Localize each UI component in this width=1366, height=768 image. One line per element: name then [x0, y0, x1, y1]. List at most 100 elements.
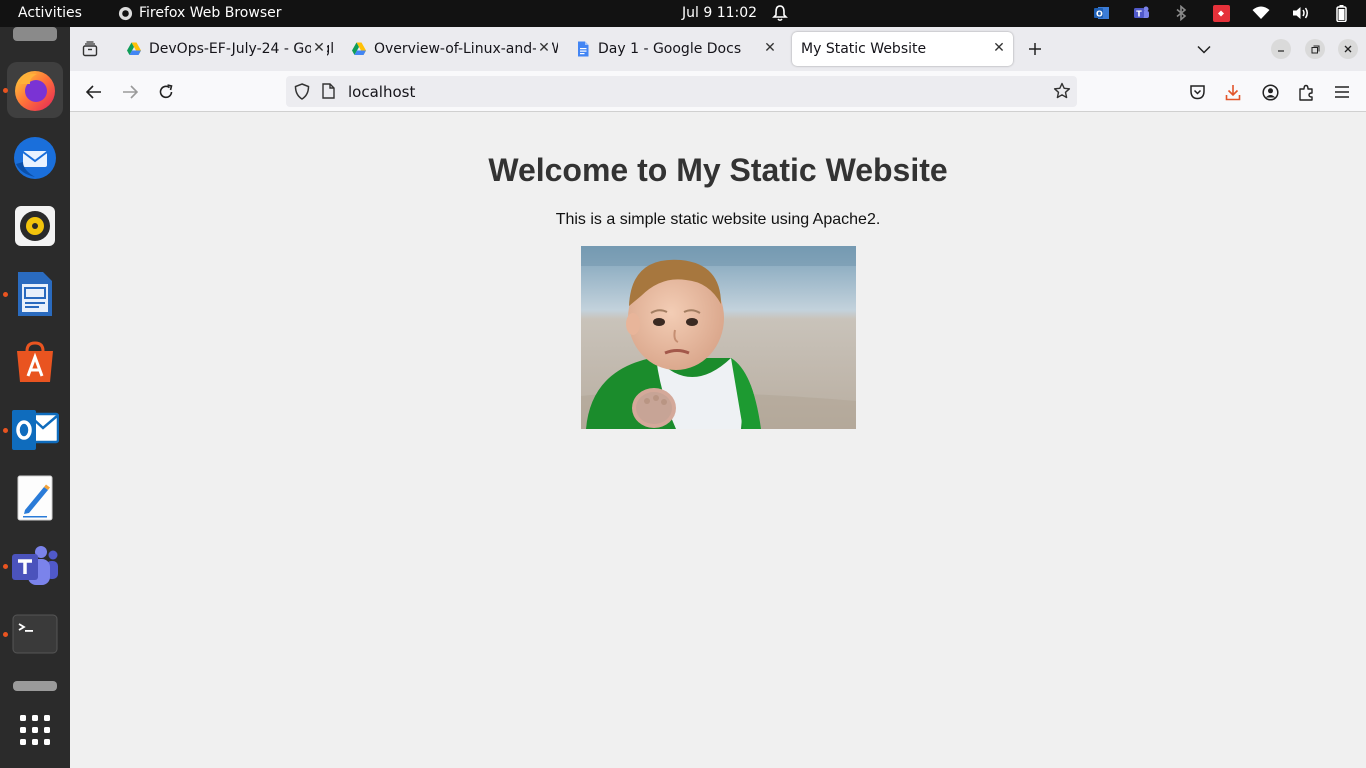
dock-ubuntu-software[interactable]	[7, 334, 63, 390]
extensions-button[interactable]	[1294, 80, 1318, 104]
downloads-button[interactable]	[1221, 80, 1245, 104]
success-kid-image	[581, 246, 856, 429]
list-all-tabs-button[interactable]	[1194, 39, 1214, 59]
teams-tray-icon[interactable]: T	[1132, 4, 1150, 22]
dock-microsoft-teams[interactable]	[7, 538, 63, 594]
battery-icon[interactable]	[1332, 4, 1350, 22]
running-indicator	[3, 88, 8, 93]
running-indicator	[3, 632, 8, 637]
application-menu-button[interactable]	[1330, 80, 1354, 104]
tab-title: Overview-of-Linux-and-AWS - Google Drive	[374, 41, 558, 57]
system-tray: O T	[1070, 4, 1350, 22]
wifi-icon[interactable]	[1252, 4, 1270, 22]
running-indicator	[3, 564, 8, 569]
bluetooth-icon[interactable]	[1172, 4, 1190, 22]
terminal-icon	[12, 614, 58, 654]
tab-bar: DevOps-EF-July-24 - Google Drive ✕ Overv…	[70, 27, 1366, 71]
close-window-button[interactable]	[1338, 39, 1358, 59]
tab-devops-ef[interactable]: DevOps-EF-July-24 - Google Drive ✕	[118, 32, 333, 66]
app-grid-icon	[20, 715, 50, 745]
svg-text:T: T	[1136, 10, 1142, 19]
rhythmbox-icon	[15, 206, 55, 246]
app-menu[interactable]: Firefox Web Browser	[118, 5, 282, 21]
page-content: Welcome to My Static Website This is a s…	[70, 112, 1366, 768]
outlook-icon	[12, 410, 59, 450]
outlook-tray-icon[interactable]: O	[1092, 4, 1110, 22]
plus-icon	[1029, 43, 1041, 55]
download-icon	[1225, 84, 1241, 100]
shield-icon[interactable]	[294, 83, 310, 100]
account-icon	[1261, 83, 1279, 101]
svg-text:O: O	[1096, 10, 1103, 19]
navigation-toolbar: localhost	[70, 71, 1366, 112]
pocket-button[interactable]	[1185, 80, 1209, 104]
close-tab-button[interactable]: ✕	[536, 40, 552, 56]
running-indicator	[3, 292, 8, 297]
restore-icon	[1311, 45, 1319, 53]
firefox-icon	[15, 71, 55, 111]
hamburger-menu-icon	[1335, 86, 1349, 98]
microsoft-teams-icon	[12, 546, 58, 585]
tab-my-static-website[interactable]: My Static Website ✕	[792, 32, 1013, 66]
dock-terminal[interactable]	[7, 606, 63, 662]
app-name: Firefox Web Browser	[139, 5, 282, 21]
activities-button[interactable]: Activities	[18, 5, 82, 21]
text-editor-icon	[17, 475, 53, 521]
google-drive-icon	[127, 42, 141, 55]
forward-button[interactable]	[118, 80, 142, 104]
firefox-view-button[interactable]	[80, 39, 100, 59]
minimize-button[interactable]	[1271, 39, 1291, 59]
new-tab-button[interactable]	[1025, 39, 1045, 59]
anydesk-tray-icon[interactable]	[1212, 4, 1230, 22]
dock-partial-app-icon	[13, 27, 57, 41]
chevron-down-icon	[1197, 45, 1211, 54]
close-tab-button[interactable]: ✕	[311, 40, 327, 56]
dock-thunderbird[interactable]	[7, 130, 63, 186]
address-bar[interactable]: localhost	[286, 76, 1077, 107]
account-button[interactable]	[1258, 80, 1282, 104]
reload-button[interactable]	[154, 80, 178, 104]
bookmark-star-icon[interactable]	[1053, 82, 1071, 100]
google-drive-icon	[352, 42, 366, 55]
firefox-small-icon	[118, 6, 133, 20]
dock-rhythmbox[interactable]	[7, 198, 63, 254]
dock-partial-app-icon	[13, 681, 57, 691]
tab-overview-linux-aws[interactable]: Overview-of-Linux-and-AWS - Google Drive…	[343, 32, 558, 66]
google-docs-icon	[578, 41, 589, 57]
page-heading: Welcome to My Static Website	[488, 152, 948, 188]
url-text[interactable]: localhost	[348, 83, 415, 101]
dock-firefox[interactable]	[7, 62, 63, 118]
clock[interactable]: Jul 9 11:02	[682, 5, 757, 21]
dock-outlook[interactable]	[7, 402, 63, 458]
reload-icon	[159, 84, 173, 99]
firefox-view-icon	[82, 41, 98, 57]
notification-bell-icon[interactable]	[772, 4, 788, 22]
running-indicator	[3, 428, 8, 433]
puzzle-icon	[1299, 84, 1313, 101]
ubuntu-dock	[0, 27, 70, 768]
gnome-top-bar: Activities Firefox Web Browser Jul 9 11:…	[0, 0, 1366, 27]
close-tab-button[interactable]: ✕	[991, 40, 1007, 56]
arrow-right-icon	[123, 85, 138, 99]
tab-title: Day 1 - Google Docs	[598, 41, 742, 57]
arrow-left-icon	[86, 85, 101, 99]
pocket-icon	[1189, 85, 1205, 100]
ubuntu-software-icon	[17, 341, 53, 382]
volume-icon[interactable]	[1292, 4, 1310, 22]
firefox-window: DevOps-EF-July-24 - Google Drive ✕ Overv…	[70, 27, 1366, 768]
page-icon[interactable]	[322, 83, 335, 99]
page-paragraph: This is a simple static website using Ap…	[555, 211, 881, 228]
thunderbird-icon	[14, 137, 56, 179]
libreoffice-writer-icon	[18, 272, 52, 316]
close-icon	[1344, 45, 1352, 53]
tab-title: My Static Website	[801, 41, 927, 57]
tab-day-1-google-docs[interactable]: Day 1 - Google Docs ✕	[567, 32, 784, 66]
tab-title: DevOps-EF-July-24 - Google Drive	[149, 41, 333, 57]
close-tab-button[interactable]: ✕	[762, 40, 778, 56]
show-applications-button[interactable]	[7, 702, 63, 758]
dock-text-editor[interactable]	[7, 470, 63, 526]
dock-libreoffice-writer[interactable]	[7, 266, 63, 322]
maximize-button[interactable]	[1305, 39, 1325, 59]
back-button[interactable]	[82, 80, 106, 104]
minimize-icon	[1278, 50, 1284, 52]
